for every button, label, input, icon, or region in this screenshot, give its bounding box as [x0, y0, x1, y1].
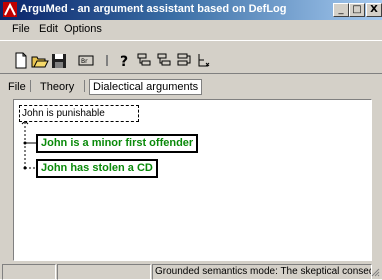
toolbar: Br ?	[0, 40, 382, 74]
menu-file[interactable]: File	[12, 23, 30, 35]
menu-edit[interactable]: Edit	[39, 23, 58, 35]
title-bar[interactable]: ArguMed - an argument assistant based on…	[0, 0, 382, 20]
status-cell-2	[57, 264, 151, 280]
tree-icon-1[interactable]	[135, 52, 153, 69]
resize-grip-icon[interactable]	[370, 267, 380, 277]
reason-minor-first-offender[interactable]: John is a minor first offender	[36, 134, 199, 153]
status-bar: Grounded semantics mode: The skeptical c…	[0, 262, 382, 280]
status-cell-1	[2, 264, 56, 280]
minimize-button[interactable]: _	[333, 3, 349, 17]
save-icon[interactable]	[50, 52, 68, 69]
tree-icon-3[interactable]	[175, 52, 193, 69]
connector-lines	[21, 120, 36, 170]
svg-text:Br: Br	[81, 58, 88, 65]
tab-theory[interactable]: Theory	[40, 81, 74, 93]
app-window: ArguMed - an argument assistant based on…	[0, 0, 382, 280]
open-icon[interactable]	[31, 52, 49, 69]
icon-2[interactable]	[98, 52, 116, 69]
tree-icon-2[interactable]	[155, 52, 173, 69]
tab-file[interactable]: File	[8, 81, 26, 93]
new-icon[interactable]	[12, 52, 30, 69]
menu-bar: File Edit Options	[0, 20, 382, 39]
icon-1[interactable]: Br	[77, 52, 95, 69]
status-mode-text: Grounded semantics mode: The skeptical c…	[152, 264, 372, 280]
tab-strip: File Theory Dialectical arguments	[0, 74, 382, 96]
issue-statement[interactable]: John is punishable	[19, 105, 139, 122]
help-icon[interactable]: ?	[115, 52, 133, 69]
maximize-button[interactable]: □	[349, 3, 365, 17]
window-title: ArguMed - an argument assistant based on…	[20, 3, 287, 15]
help-label: ?	[120, 54, 128, 69]
menu-options[interactable]: Options	[64, 23, 102, 35]
close-button[interactable]: X	[366, 3, 382, 17]
tab-separator	[30, 80, 31, 92]
reason-stolen-cd[interactable]: John has stolen a CD	[36, 159, 158, 178]
tab-separator	[84, 80, 85, 92]
tree-icon-4[interactable]	[195, 52, 213, 69]
argument-canvas[interactable]: John is punishable John is a minor first…	[13, 99, 372, 261]
app-icon	[3, 2, 17, 17]
tab-dialectical-arguments[interactable]: Dialectical arguments	[89, 79, 203, 95]
